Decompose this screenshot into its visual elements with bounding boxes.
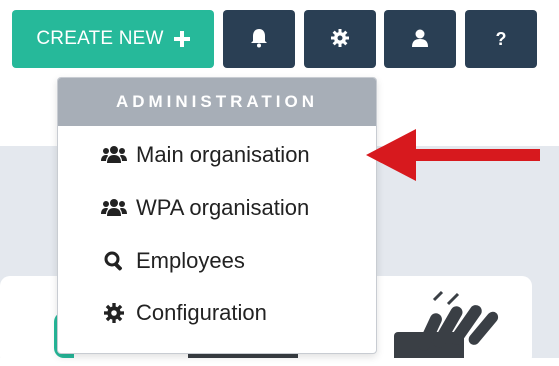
notifications-button[interactable] <box>223 10 295 68</box>
gear-icon <box>331 28 349 50</box>
menu-item-main-organisation[interactable]: Main organisation <box>58 132 376 178</box>
settings-button[interactable] <box>304 10 376 68</box>
menu-item-label: Configuration <box>136 300 267 325</box>
profile-button[interactable] <box>384 10 456 68</box>
dropdown-header: ADMINISTRATION <box>58 78 376 126</box>
plus-icon <box>173 31 190 47</box>
menu-item-label: Main organisation <box>136 142 310 167</box>
menu-item-label: Employees <box>136 248 245 273</box>
gear-icon <box>100 303 128 323</box>
help-button[interactable]: ? <box>465 10 537 68</box>
users-icon <box>100 198 128 218</box>
bell-icon <box>250 28 268 51</box>
question-icon: ? <box>495 28 507 49</box>
users-icon <box>100 145 128 165</box>
menu-item-configuration[interactable]: Configuration <box>58 290 376 336</box>
create-new-label: CREATE NEW <box>36 28 164 49</box>
menu-item-label: WPA organisation <box>136 195 310 220</box>
administration-dropdown: ADMINISTRATION Main organisation WPA org… <box>57 77 377 354</box>
menu-item-wpa-organisation[interactable]: WPA organisation <box>58 185 376 231</box>
menu-item-employees[interactable]: Employees <box>58 238 376 284</box>
create-new-button[interactable]: CREATE NEW <box>12 10 214 68</box>
search-icon <box>100 251 128 271</box>
red-arrow-annotation <box>366 129 540 181</box>
user-icon <box>412 29 428 50</box>
hand-illustration <box>394 290 499 358</box>
